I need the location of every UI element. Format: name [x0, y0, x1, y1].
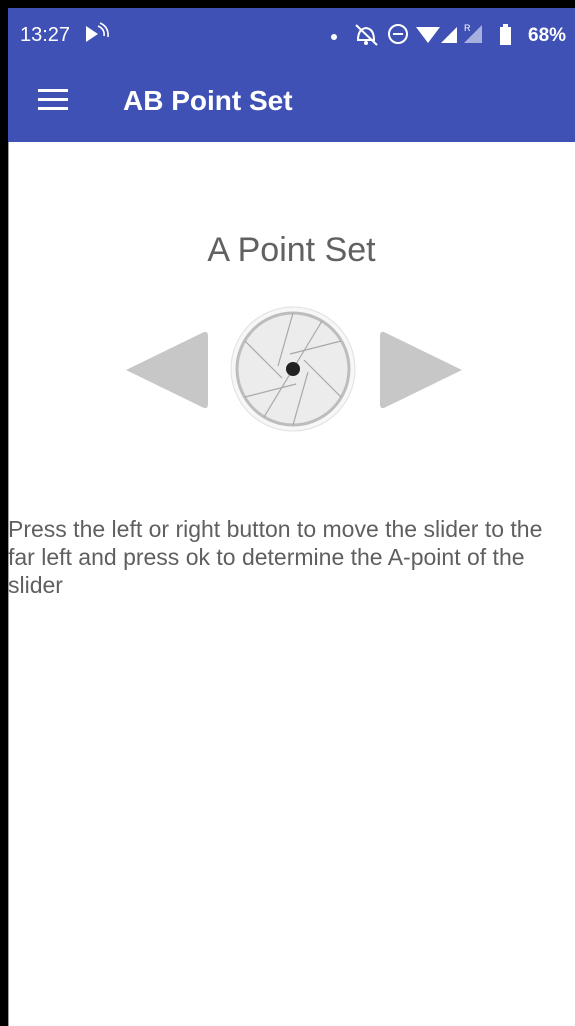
aperture-icon — [230, 306, 356, 432]
left-frame-border — [0, 0, 8, 1026]
menu-icon-bar — [38, 107, 68, 110]
top-frame-border — [0, 0, 575, 8]
bell-off-icon — [355, 24, 378, 46]
status-time: 13:27 — [20, 24, 71, 46]
battery-icon — [500, 24, 511, 45]
app-title: AB Point Set — [123, 85, 293, 116]
svg-text:R: R — [464, 23, 471, 33]
cell-signal-roaming-icon: R — [464, 23, 482, 43]
wifi-icon — [416, 27, 440, 43]
app-bar: AB Point Set — [8, 58, 575, 142]
notification-dot-icon — [331, 34, 337, 40]
right-arrow-icon — [380, 331, 462, 409]
section-title: A Point Set — [207, 231, 376, 269]
left-arrow-button[interactable] — [124, 330, 208, 410]
menu-icon-bar — [38, 98, 68, 101]
do-not-disturb-icon — [388, 24, 408, 44]
instruction-text: Press the left or right button to move t… — [8, 516, 543, 598]
cell-signal-icon — [441, 27, 457, 43]
menu-icon-bar — [38, 89, 68, 92]
status-bar: 13:27 R 68% — [8, 8, 575, 58]
battery-percentage: 68% — [528, 25, 567, 46]
right-arrow-button[interactable] — [380, 330, 464, 410]
menu-button[interactable] — [24, 76, 72, 124]
left-arrow-icon — [126, 331, 208, 409]
ok-button[interactable] — [230, 306, 356, 432]
cast-icon — [86, 22, 109, 42]
status-icons-group: R — [355, 23, 511, 46]
